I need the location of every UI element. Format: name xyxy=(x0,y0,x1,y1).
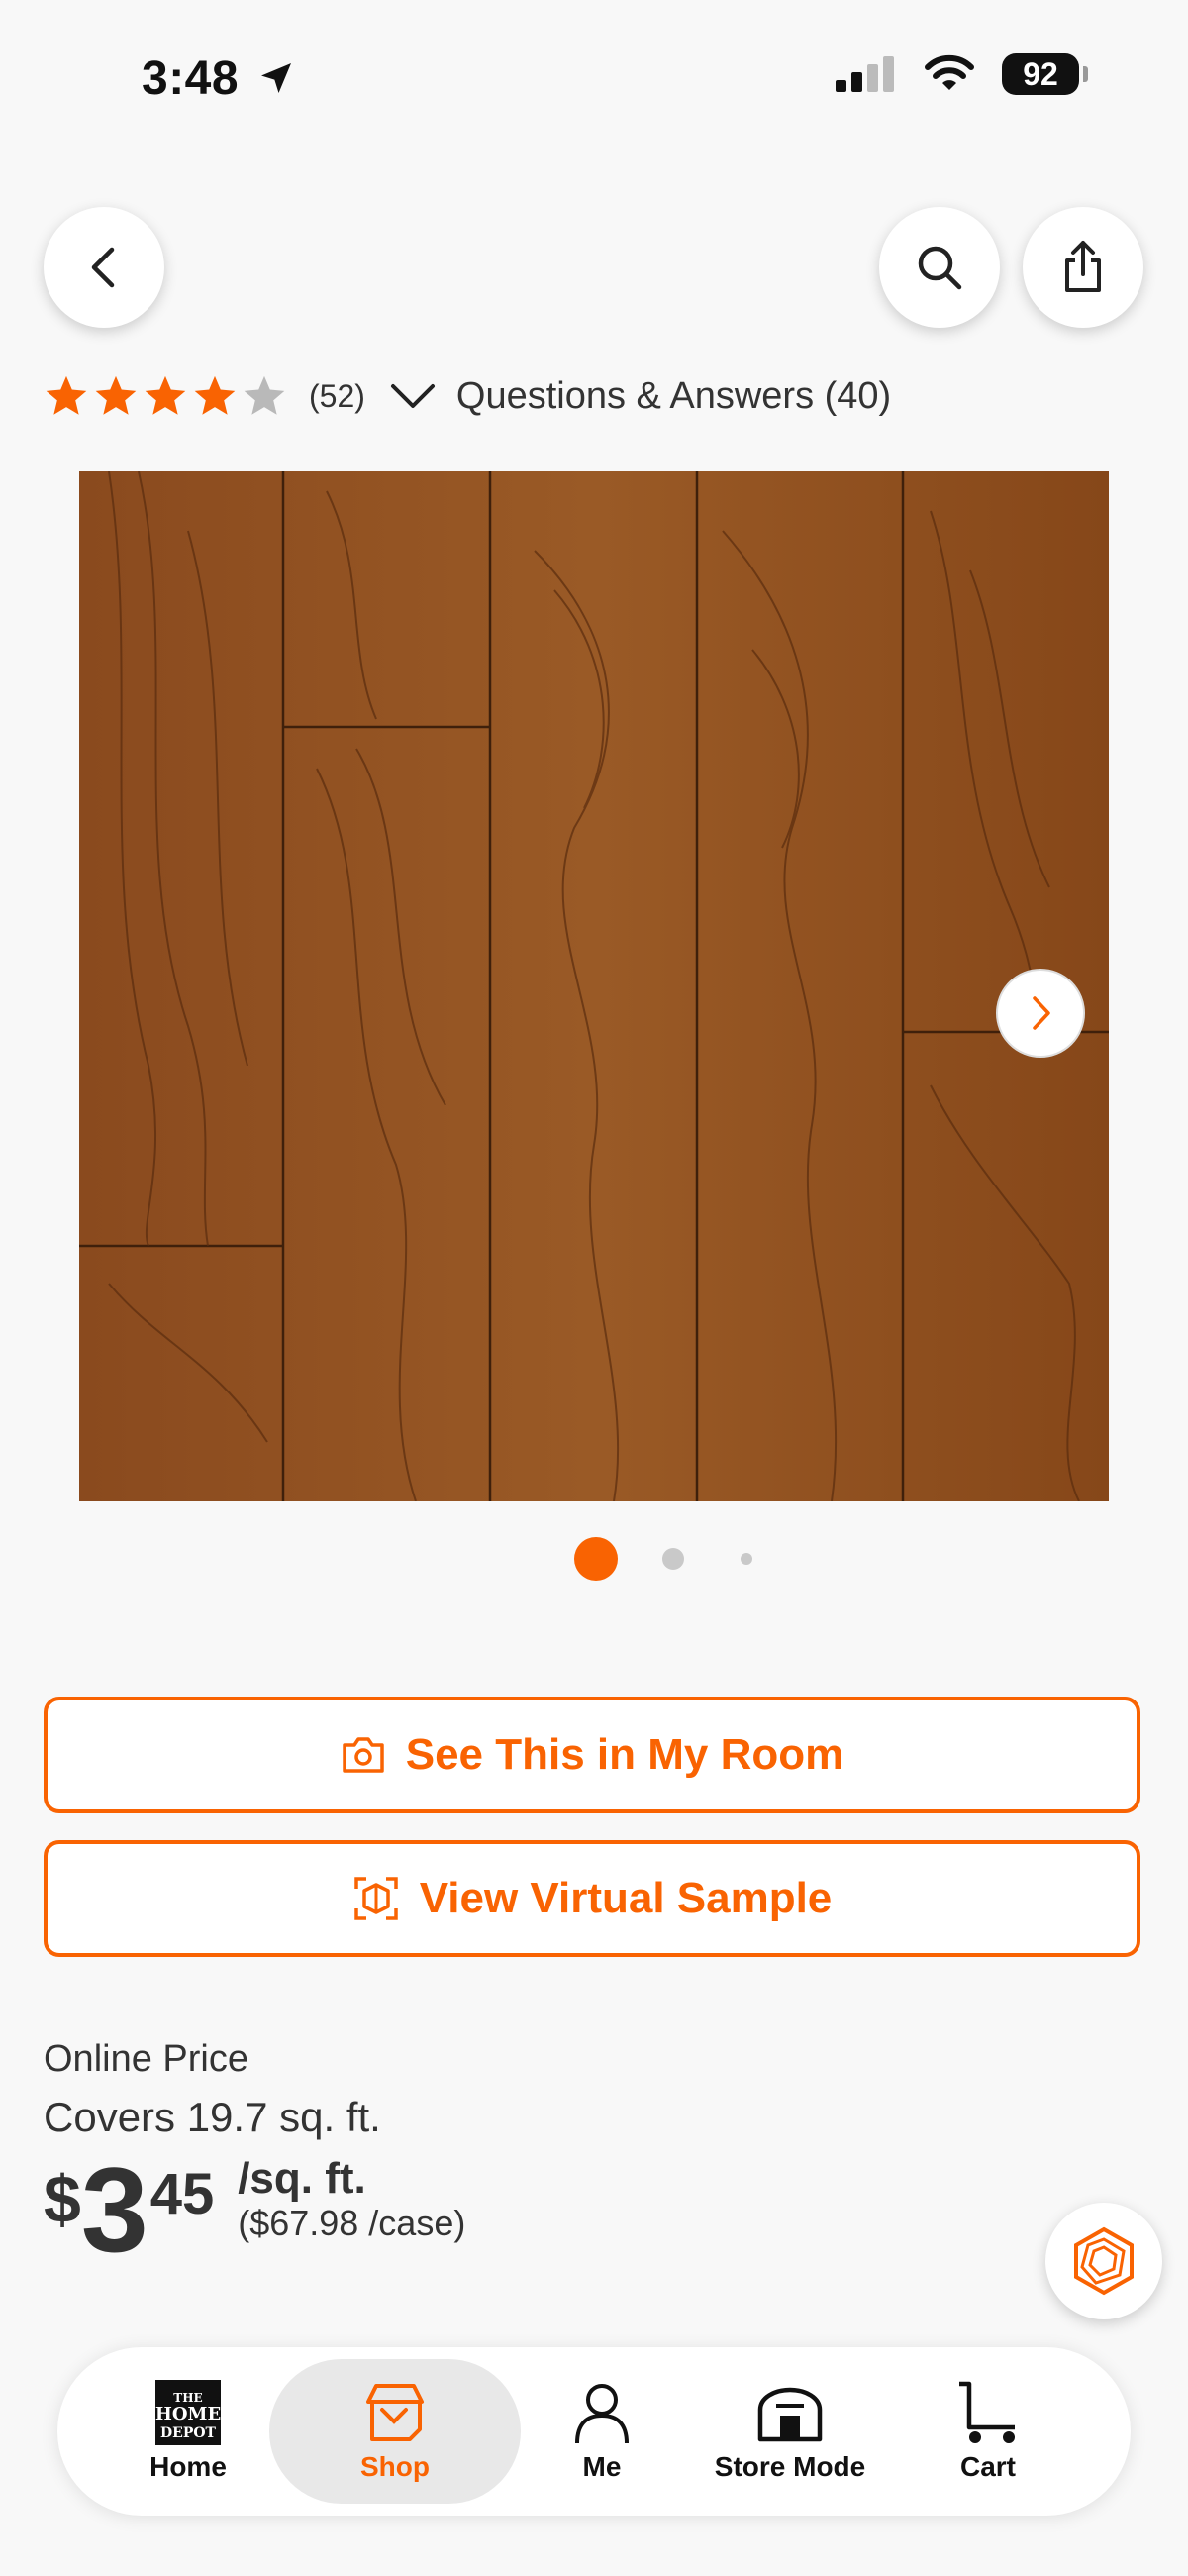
cart-icon xyxy=(959,2381,1015,2443)
product-image[interactable] xyxy=(79,471,1109,1501)
bottom-nav: THE HOME DEPOT Home Shop Me Store Mode C… xyxy=(57,2347,1131,2516)
camera-icon xyxy=(342,1737,384,1773)
status-icons: 92 xyxy=(836,53,1088,95)
wifi-icon xyxy=(925,54,974,90)
nav-cart-label: Cart xyxy=(959,2451,1016,2482)
star-filled-icon xyxy=(194,375,236,415)
price-cents: 45 xyxy=(149,2162,215,2226)
chevron-right-icon xyxy=(1033,996,1050,1030)
coverage-text: Covers 19.7 sq. ft. xyxy=(44,2094,381,2140)
nav-home-label: Home xyxy=(149,2451,227,2482)
person-icon xyxy=(575,2384,629,2444)
chevron-down-icon[interactable] xyxy=(389,381,437,411)
questions-answers-link[interactable]: Questions & Answers (40) xyxy=(456,375,891,418)
svg-text:DEPOT: DEPOT xyxy=(160,2425,217,2441)
carousel-dot-active[interactable] xyxy=(574,1537,618,1581)
location-arrow-icon xyxy=(260,63,291,93)
search-icon xyxy=(918,246,962,290)
see-in-my-room-label: See This in My Room xyxy=(405,1730,844,1779)
nav-shop-label: Shop xyxy=(360,2451,430,2482)
rating-row[interactable]: (52) Questions & Answers (40) xyxy=(44,368,891,424)
assistant-button[interactable] xyxy=(1045,2203,1162,2319)
price-per-case: ($67.98 /case) xyxy=(238,2203,466,2243)
nav-shop[interactable]: Shop xyxy=(269,2347,521,2516)
star-filled-icon xyxy=(46,375,87,415)
shop-icon xyxy=(366,2384,424,2441)
search-button[interactable] xyxy=(879,207,1000,328)
nav-me[interactable]: Me xyxy=(543,2347,661,2516)
star-rating xyxy=(44,373,287,419)
see-in-my-room-button[interactable]: See This in My Room xyxy=(44,1697,1140,1813)
back-button[interactable] xyxy=(44,207,164,328)
next-image-button[interactable] xyxy=(996,969,1085,1058)
chevron-left-icon xyxy=(91,247,115,288)
view-virtual-sample-label: View Virtual Sample xyxy=(419,1874,833,1922)
status-time: 3:48 xyxy=(142,52,296,106)
carousel-dot[interactable] xyxy=(662,1548,684,1570)
nav-store-mode[interactable]: Store Mode xyxy=(691,2347,889,2516)
view-virtual-sample-button[interactable]: View Virtual Sample xyxy=(44,1840,1140,1957)
price-dollars: 3 xyxy=(80,2142,148,2277)
share-icon xyxy=(1065,241,1101,292)
star-filled-icon xyxy=(95,375,137,415)
share-button[interactable] xyxy=(1023,207,1143,328)
price: $ 3 45 /sq. ft. ($67.98 /case) xyxy=(44,2142,466,2277)
online-price-label: Online Price xyxy=(44,2038,248,2080)
battery-indicator: 92 xyxy=(1002,53,1088,95)
store-icon xyxy=(757,2387,823,2442)
star-filled-icon xyxy=(145,375,186,415)
nav-home[interactable]: THE HOME DEPOT Home xyxy=(119,2347,257,2516)
nav-cart[interactable]: Cart xyxy=(919,2347,1057,2516)
rating-count[interactable]: (52) xyxy=(309,378,365,415)
svg-text:THE: THE xyxy=(173,2391,202,2405)
price-dollar-sign: $ xyxy=(44,2162,81,2237)
carousel-dot[interactable] xyxy=(741,1553,752,1565)
svg-text:HOME: HOME xyxy=(155,2404,221,2424)
nav-me-label: Me xyxy=(582,2451,622,2482)
home-depot-logo-icon: THE HOME DEPOT xyxy=(155,2380,221,2445)
cellular-signal-icon xyxy=(836,56,894,92)
price-unit: /sq. ft. xyxy=(238,2154,366,2203)
nav-store-mode-label: Store Mode xyxy=(714,2451,866,2482)
assistant-hexagon-icon xyxy=(1074,2226,1134,2296)
star-empty-icon xyxy=(244,375,285,415)
virtual-sample-icon xyxy=(353,1877,398,1920)
